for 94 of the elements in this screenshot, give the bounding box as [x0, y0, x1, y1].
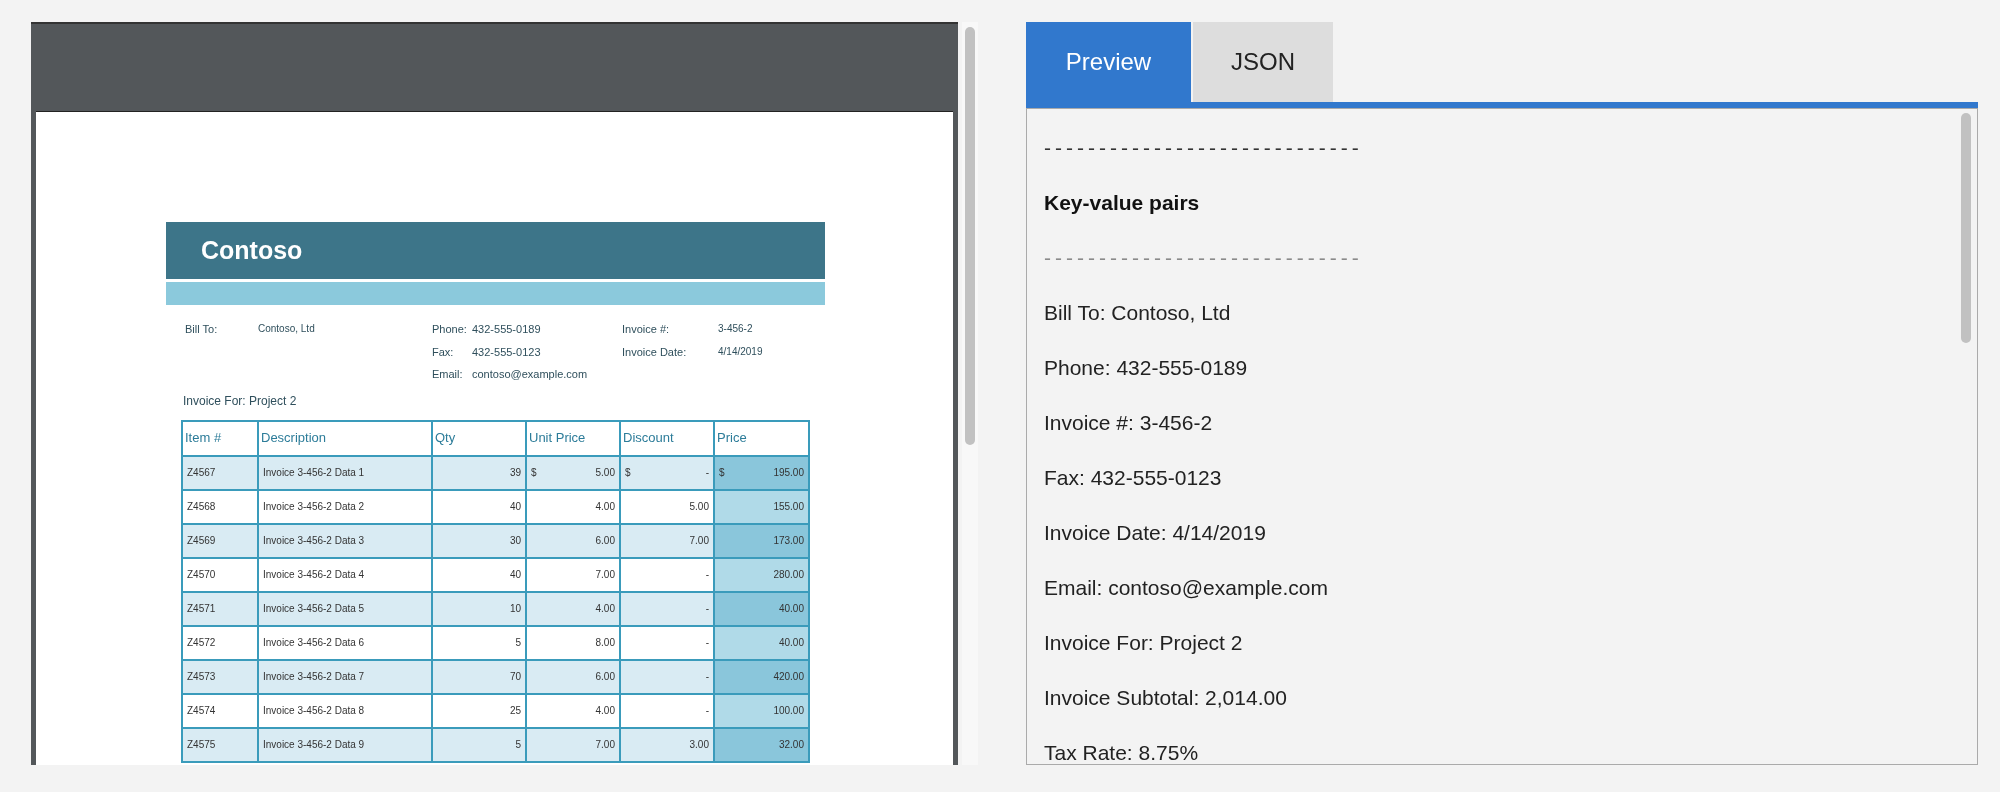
amount: 195.00 [773, 466, 804, 480]
key-value-text: Invoice #: 3-456-2 [1044, 410, 1213, 436]
table-cell: 70 [432, 659, 526, 694]
invoice-for-text: Invoice For: Project 2 [183, 392, 297, 410]
table-cell: Invoice 3-456-2 Data 1 [258, 455, 432, 490]
amount: 4.00 [595, 602, 615, 616]
amount: 7.00 [689, 534, 709, 548]
table-cell: Z4570 [182, 557, 258, 592]
table-cell: 30 [432, 523, 526, 558]
amount: - [705, 568, 709, 582]
amount: 7.00 [595, 738, 615, 752]
amount: 155.00 [773, 500, 804, 514]
field-label: Invoice Date: [622, 344, 688, 360]
table-cell: Z4567 [182, 455, 258, 490]
section-heading: Key-value pairs [1044, 190, 1200, 216]
amount: 40.00 [778, 636, 804, 650]
table-cell: Z4571 [182, 591, 258, 626]
scrollbar-thumb[interactable] [965, 27, 975, 445]
amount: 4.00 [595, 704, 615, 718]
scrollbar-thumb[interactable] [1961, 113, 1971, 343]
field-label: Email: [432, 367, 464, 382]
table-cell: Invoice 3-456-2 Data 5 [258, 591, 432, 626]
field-value: 432-555-0123 [472, 344, 541, 360]
key-value-text: Email: contoso@example.com [1044, 575, 1328, 601]
amount: 3.00 [689, 738, 709, 752]
amount: - [705, 704, 709, 718]
table-cell: Invoice 3-456-2 Data 8 [258, 693, 432, 728]
field-label: Phone: [432, 322, 468, 337]
table-cell: Z4568 [182, 489, 258, 524]
field-value: 3-456-2 [718, 322, 753, 336]
table-cell: Z4575 [182, 727, 258, 762]
table-cell: 40 [432, 557, 526, 592]
table-cell: Z4569 [182, 523, 258, 558]
key-value-text: Phone: 432-555-0189 [1044, 355, 1248, 381]
column-header: Price [714, 420, 809, 456]
amount: 420.00 [773, 670, 804, 684]
amount: 5.00 [595, 466, 615, 480]
field-label: Fax: [432, 344, 455, 360]
table-cell: Z4573 [182, 659, 258, 694]
tab[interactable]: JSON [1193, 22, 1333, 102]
key-value-text: Fax: 432-555-0123 [1044, 465, 1222, 491]
company-name: Contoso [201, 234, 303, 266]
field-value: 432-555-0189 [472, 322, 541, 337]
table-cell: Invoice 3-456-2 Data 3 [258, 523, 432, 558]
amount: 6.00 [595, 670, 615, 684]
separator-line: ----------------------------- [1044, 135, 1363, 161]
column-header: Unit Price [526, 420, 620, 456]
separator-line: ----------------------------- [1044, 245, 1363, 271]
table-cell: Z4572 [182, 625, 258, 660]
field-value: 4/14/2019 [718, 344, 763, 359]
table-cell: 10 [432, 591, 526, 626]
key-value-text: Invoice Date: 4/14/2019 [1044, 520, 1266, 546]
table-cell: Invoice 3-456-2 Data 2 [258, 489, 432, 524]
key-value-text: Bill To: Contoso, Ltd [1044, 300, 1231, 326]
table-cell: Invoice 3-456-2 Data 6 [258, 625, 432, 660]
column-header: Qty [432, 420, 526, 456]
table-cell: Invoice 3-456-2 Data 4 [258, 557, 432, 592]
amount: 40.00 [778, 602, 804, 616]
currency-sign: $ [719, 466, 725, 480]
key-value-text: Tax Rate: 8.75% [1044, 740, 1199, 764]
column-header: Description [258, 420, 432, 456]
table-cell: 5 [432, 625, 526, 660]
table-cell: 25 [432, 693, 526, 728]
currency-sign: $ [531, 466, 537, 480]
scrollbar-track[interactable] [962, 22, 978, 765]
table-cell: 40 [432, 489, 526, 524]
field-label: Invoice #: [622, 322, 671, 337]
column-header: Item # [182, 420, 258, 456]
amount: - [705, 670, 709, 684]
amount: 7.00 [595, 568, 615, 582]
amount: - [705, 466, 709, 480]
field-value: contoso@example.com [472, 367, 588, 382]
currency-sign: $ [625, 466, 631, 480]
amount: 100.00 [773, 704, 804, 718]
key-value-text: Invoice For: Project 2 [1044, 630, 1243, 656]
amount: 32.00 [778, 738, 804, 752]
tab[interactable]: Preview [1026, 22, 1191, 102]
table-cell: Z4574 [182, 693, 258, 728]
table-cell: 5 [432, 727, 526, 762]
amount: 4.00 [595, 500, 615, 514]
amount: 6.00 [595, 534, 615, 548]
key-value-text: Invoice Subtotal: 2,014.00 [1044, 685, 1287, 711]
table-cell: Invoice 3-456-2 Data 9 [258, 727, 432, 762]
table-cell: Invoice 3-456-2 Data 7 [258, 659, 432, 694]
field-value: Contoso, Ltd [258, 322, 315, 336]
amount: - [705, 636, 709, 650]
field-label: Bill To: [185, 322, 219, 337]
amount: 280.00 [773, 568, 804, 582]
amount: 5.00 [689, 500, 709, 514]
column-header: Discount [620, 420, 714, 456]
amount: - [705, 602, 709, 616]
amount: 173.00 [773, 534, 804, 548]
table-cell: 39 [432, 455, 526, 490]
amount: 8.00 [595, 636, 615, 650]
